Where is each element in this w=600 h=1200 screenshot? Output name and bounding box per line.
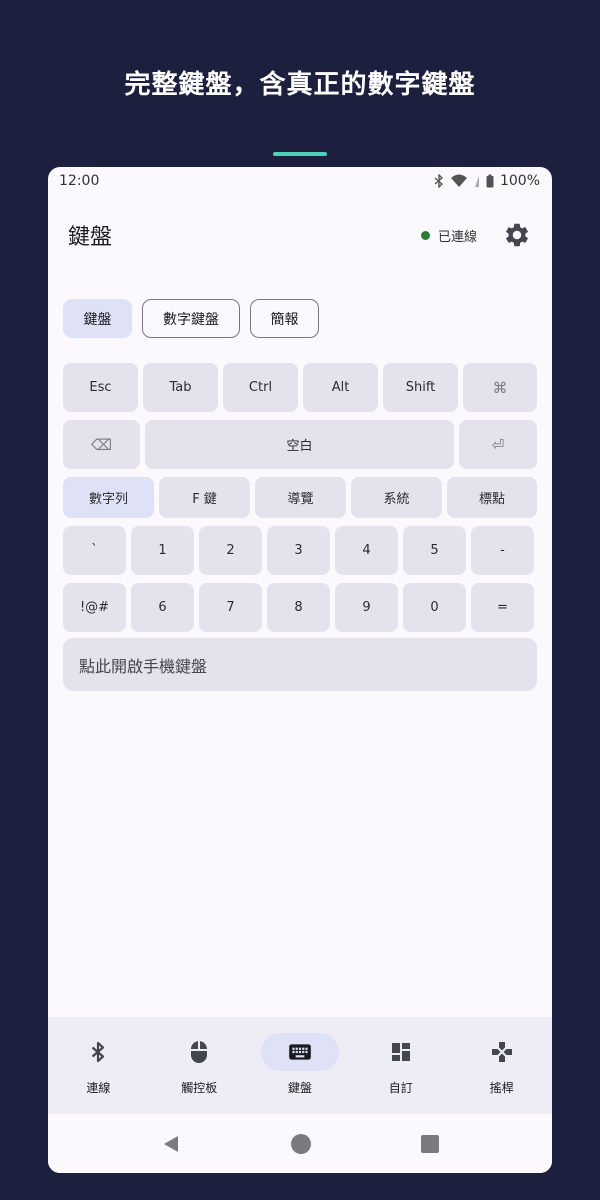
keyboard: Esc Tab Ctrl Alt Shift ⌘ ⌫ 空白 ⏎ 數字列 F 鍵 …: [63, 363, 537, 640]
key-group-navigation[interactable]: 導覽: [255, 477, 346, 518]
nav-item-joystick[interactable]: 搖桿: [451, 1017, 552, 1114]
key-backtick[interactable]: `: [63, 526, 126, 575]
key-group-system[interactable]: 系統: [351, 477, 442, 518]
key-0[interactable]: 0: [403, 583, 466, 632]
back-icon[interactable]: [161, 1134, 181, 1154]
app-bar: 鍵盤 已連線: [48, 207, 552, 263]
key-1[interactable]: 1: [131, 526, 194, 575]
nav-item-connection[interactable]: 連線: [48, 1017, 149, 1114]
key-ctrl[interactable]: Ctrl: [223, 363, 298, 412]
key-row-numbers-2: !@# 6 7 8 9 0 =: [63, 583, 537, 632]
backspace-key-icon[interactable]: ⌫: [63, 420, 140, 469]
key-row-modifiers: Esc Tab Ctrl Alt Shift ⌘: [63, 363, 537, 412]
enter-key-icon[interactable]: ⏎: [459, 420, 537, 469]
mode-tabs: 鍵盤 數字鍵盤 簡報: [63, 299, 319, 338]
key-5[interactable]: 5: [403, 526, 466, 575]
nav-label-custom: 自訂: [388, 1081, 413, 1095]
key-row-numbers-1: ` 1 2 3 4 5 -: [63, 526, 537, 575]
key-7[interactable]: 7: [199, 583, 262, 632]
gamepad-icon: [491, 1042, 512, 1062]
key-space[interactable]: 空白: [145, 420, 454, 469]
key-8[interactable]: 8: [267, 583, 330, 632]
open-phone-keyboard-field[interactable]: 點此開啟手機鍵盤: [63, 638, 537, 691]
key-equals[interactable]: =: [471, 583, 534, 632]
key-group-function[interactable]: F 鍵: [159, 477, 250, 518]
nav-label-keyboard: 鍵盤: [287, 1081, 312, 1095]
key-group-number-row[interactable]: 數字列: [63, 477, 154, 518]
page-title: 鍵盤: [68, 225, 113, 250]
nav-label-touchpad: 觸控板: [181, 1081, 218, 1095]
bluetooth-icon: [92, 1041, 105, 1063]
accent-bar: [273, 152, 327, 156]
dashboard-icon: [391, 1043, 410, 1061]
nav-item-touchpad[interactable]: 觸控板: [149, 1017, 250, 1114]
status-bar: 12:00 100%: [48, 167, 552, 195]
connection-label: 已連線: [438, 229, 478, 245]
tab-presentation[interactable]: 簡報: [250, 299, 319, 338]
battery-icon: [486, 174, 494, 188]
key-shift[interactable]: Shift: [383, 363, 458, 412]
key-4[interactable]: 4: [335, 526, 398, 575]
command-key-icon[interactable]: ⌘: [463, 363, 537, 412]
nav-item-custom[interactable]: 自訂: [350, 1017, 451, 1114]
key-esc[interactable]: Esc: [63, 363, 138, 412]
headline: 完整鍵盤，含真正的數字鍵盤: [124, 70, 476, 100]
key-6[interactable]: 6: [131, 583, 194, 632]
mouse-icon: [191, 1041, 208, 1063]
status-dot-icon: [421, 230, 430, 240]
status-time: 12:00: [59, 173, 100, 189]
signal-icon: [474, 176, 479, 187]
connection-status: 已連線: [421, 226, 477, 245]
home-icon[interactable]: [291, 1133, 311, 1154]
key-alt[interactable]: Alt: [303, 363, 378, 412]
recents-icon[interactable]: [421, 1134, 439, 1153]
nav-label-connection: 連線: [86, 1081, 111, 1095]
key-9[interactable]: 9: [335, 583, 398, 632]
key-symbols[interactable]: !@#: [63, 583, 126, 632]
key-minus[interactable]: -: [471, 526, 534, 575]
tab-keyboard[interactable]: 鍵盤: [63, 299, 132, 338]
keyboard-icon: [289, 1044, 311, 1060]
nav-label-joystick: 搖桿: [489, 1081, 514, 1095]
tab-numpad[interactable]: 數字鍵盤: [142, 299, 240, 338]
key-group-punctuation[interactable]: 標點: [447, 477, 537, 518]
key-3[interactable]: 3: [267, 526, 330, 575]
key-row-groups: 數字列 F 鍵 導覽 系統 標點: [63, 477, 537, 518]
system-navigation-bar: [48, 1114, 552, 1173]
key-2[interactable]: 2: [199, 526, 262, 575]
nav-item-keyboard[interactable]: 鍵盤: [250, 1017, 351, 1114]
gear-icon[interactable]: [503, 221, 531, 249]
wifi-icon: [450, 174, 467, 187]
bottom-navigation: 連線 觸控板 鍵盤 自訂 搖桿: [48, 1017, 552, 1114]
key-tab[interactable]: Tab: [143, 363, 218, 412]
bluetooth-status-icon: [434, 174, 443, 188]
phone-screen: 12:00 100% 鍵盤 已連線 鍵盤 數字鍵盤 簡報 Esc Tab Ctr…: [48, 167, 552, 1173]
battery-level: 100%: [499, 173, 540, 189]
key-row-edit: ⌫ 空白 ⏎: [63, 420, 537, 469]
